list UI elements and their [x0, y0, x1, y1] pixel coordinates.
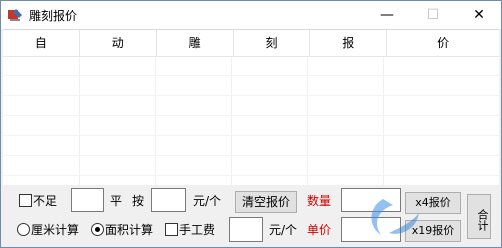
shortfall-checkbox[interactable] — [19, 194, 32, 207]
minimize-button[interactable]: — — [364, 1, 410, 29]
total-button[interactable]: 合计 — [467, 194, 491, 239]
unit-price-per-piece-label: 元/个 — [193, 194, 222, 208]
x4-quote-button[interactable]: x4报价 — [405, 192, 461, 214]
grid-divider — [79, 57, 80, 185]
grid-divider — [3, 75, 499, 76]
grid-body[interactable] — [3, 57, 499, 185]
unit-price-label: 单价 — [307, 223, 332, 237]
x19-quote-button[interactable]: x19报价 — [405, 220, 461, 242]
close-button[interactable]: ✕ — [456, 1, 502, 29]
grid-divider — [3, 155, 499, 156]
by-label: 按 — [132, 194, 145, 208]
maximize-button[interactable]: ☐ — [410, 1, 456, 29]
price-per-piece-input[interactable] — [151, 188, 186, 212]
grid-column-header[interactable]: 自 — [3, 30, 80, 56]
grid-divider — [231, 57, 232, 185]
ping-label: 平 — [110, 194, 123, 208]
area-calc-label: 面积计算 — [105, 223, 154, 237]
shortfall-input[interactable] — [71, 188, 104, 212]
window-title: 雕刻报价 — [29, 9, 78, 23]
handling-fee-checkbox[interactable] — [165, 223, 178, 236]
grid-column-header[interactable]: 报 — [310, 30, 388, 56]
title-bar: 雕刻报价 — ☐ ✕ — [1, 1, 501, 29]
handling-fee-label: 手工费 — [179, 223, 216, 237]
grid-divider — [383, 57, 384, 185]
shortfall-label: 不足 — [33, 194, 58, 208]
grid-divider — [155, 57, 156, 185]
handling-fee-input[interactable] — [229, 217, 263, 242]
quantity-input[interactable] — [341, 188, 401, 212]
cm-calc-label: 厘米计算 — [31, 223, 80, 237]
grid-divider — [3, 135, 499, 136]
app-icon — [8, 9, 22, 21]
grid-column-header[interactable]: 动 — [80, 30, 157, 56]
grid-divider — [3, 175, 499, 176]
area-calc-radio[interactable] — [91, 223, 104, 236]
fee-unit-label: 元/个 — [269, 223, 298, 237]
grid-divider — [3, 95, 499, 96]
grid-column-header[interactable]: 雕 — [157, 30, 234, 56]
grid-header: 自 动 雕 刻 报 价 — [3, 30, 499, 57]
grid-column-header[interactable]: 价 — [387, 30, 499, 56]
clear-quote-button[interactable]: 清空报价 — [235, 191, 297, 213]
unit-price-input[interactable] — [341, 217, 401, 242]
grid-column-header[interactable]: 刻 — [234, 30, 311, 56]
cm-calc-radio[interactable] — [17, 223, 30, 236]
grid-divider — [3, 115, 499, 116]
quantity-label: 数量 — [307, 194, 332, 208]
grid-divider — [307, 57, 308, 185]
app-window: 雕刻报价 — ☐ ✕ 自 动 雕 刻 报 价 不足 平 按 元/个 清空报价 数… — [0, 0, 502, 248]
quote-grid[interactable]: 自 动 雕 刻 报 价 — [3, 29, 499, 185]
